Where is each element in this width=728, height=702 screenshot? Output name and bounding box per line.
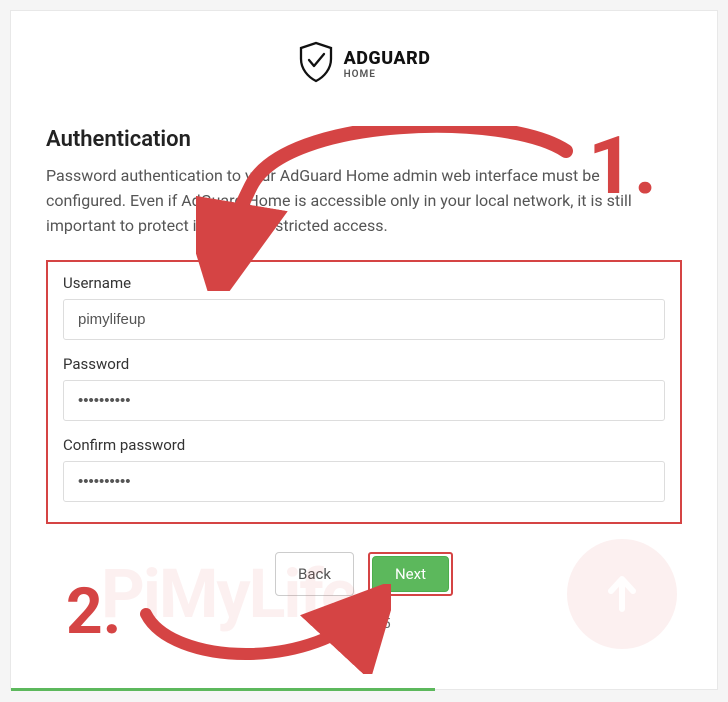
button-row: Back Next (46, 552, 682, 596)
logo-title: ADGUARD (344, 48, 431, 69)
password-input[interactable] (63, 380, 665, 421)
page-description: Password authentication to your AdGuard … (46, 164, 682, 238)
next-button-highlight: Next (368, 552, 453, 596)
logo-text: ADGUARD HOME (344, 48, 431, 80)
auth-form-highlight: Username Password Confirm password (46, 260, 682, 524)
back-button[interactable]: Back (275, 552, 354, 596)
step-indicator: Step 3/5 (46, 616, 682, 632)
next-button[interactable]: Next (372, 556, 449, 592)
setup-card: ADGUARD HOME Authentication Password aut… (10, 10, 718, 690)
password-label: Password (63, 355, 665, 373)
logo-subtitle: HOME (344, 69, 431, 80)
confirm-password-input[interactable] (63, 461, 665, 502)
username-group: Username (63, 274, 665, 340)
adguard-shield-icon (298, 41, 334, 87)
confirm-password-label: Confirm password (63, 436, 665, 454)
progress-bar (11, 688, 435, 691)
confirm-password-group: Confirm password (63, 436, 665, 502)
username-label: Username (63, 274, 665, 292)
password-group: Password (63, 355, 665, 421)
username-input[interactable] (63, 299, 665, 340)
page-heading: Authentication (46, 127, 682, 152)
logo-container: ADGUARD HOME (46, 41, 682, 87)
